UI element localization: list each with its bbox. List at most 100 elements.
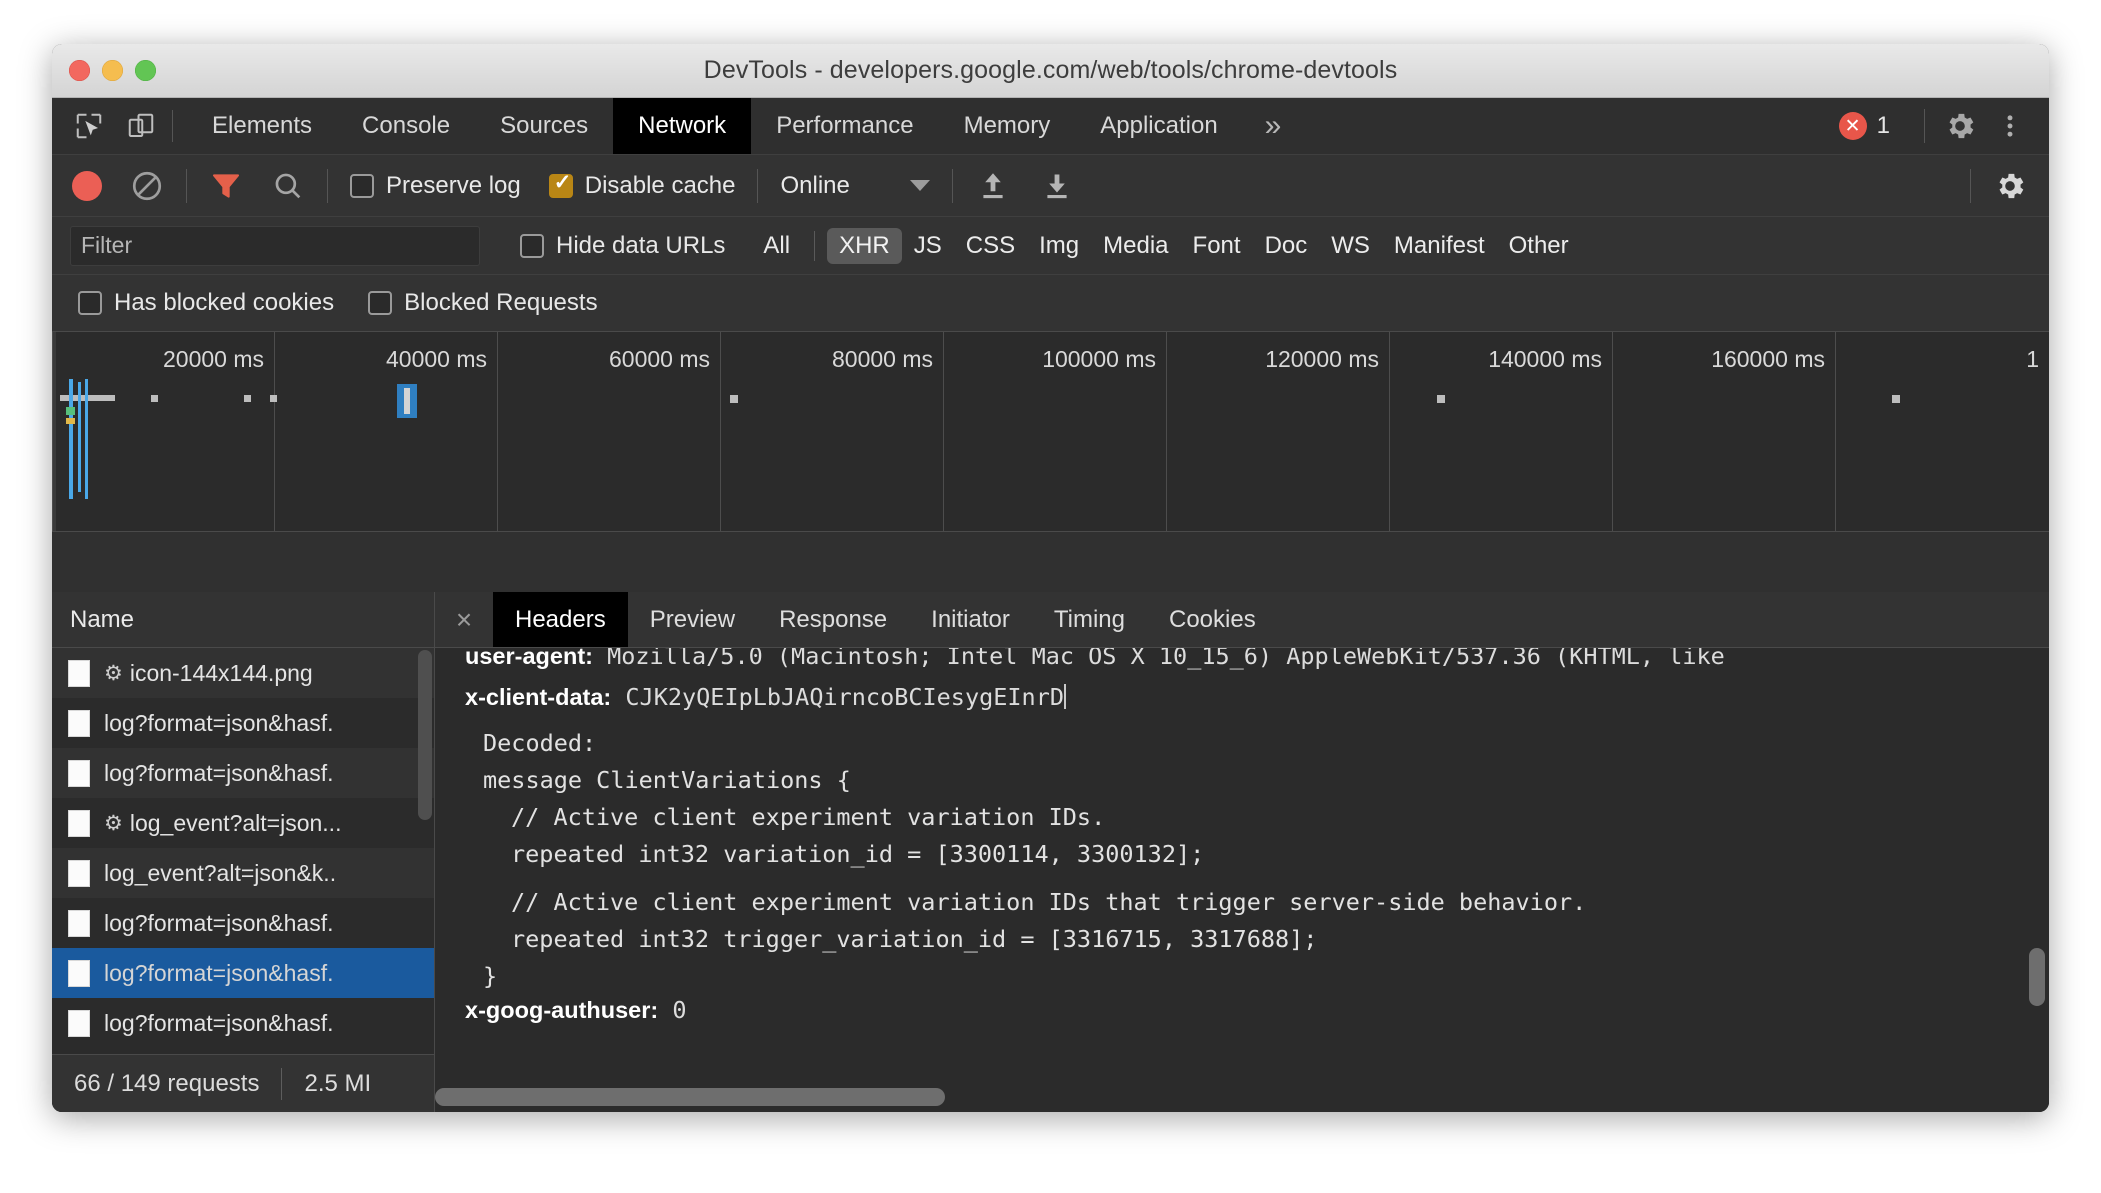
overview-request-marker <box>1437 395 1445 403</box>
filter-type-xhr[interactable]: XHR <box>827 227 902 264</box>
has-blocked-cookies-checkbox-box[interactable] <box>78 291 102 315</box>
throttling-select[interactable]: Online <box>780 172 930 200</box>
decoded-trigger-variation-ids: repeated int32 trigger_variation_id = [3… <box>511 925 1318 953</box>
tab-console[interactable]: Console <box>337 98 475 154</box>
detail-tab-bar: × Headers Preview Response Initiator Tim… <box>435 592 2049 648</box>
network-status-bar: 66 / 149 requests 2.5 MI <box>52 1054 434 1112</box>
disable-cache-checkbox-box[interactable] <box>548 171 573 198</box>
request-file-icon <box>68 959 90 987</box>
tab-response[interactable]: Response <box>757 592 909 647</box>
request-name: log?format=json&hasf. <box>104 1009 334 1036</box>
tab-elements[interactable]: Elements <box>187 98 337 154</box>
headers-horizontal-scrollbar[interactable] <box>435 1088 945 1106</box>
blocked-requests-checkbox[interactable]: Blocked Requests <box>368 289 598 317</box>
request-list-column-header[interactable]: Name <box>52 592 434 648</box>
request-file-icon <box>68 909 90 937</box>
overview-tick-cell: 160000 ms <box>1612 332 1835 531</box>
overview-request-marker <box>1892 395 1900 403</box>
network-overview-timeline[interactable]: 20000 ms 40000 ms 60000 ms 80000 ms 1000… <box>52 332 2049 532</box>
request-row-selected[interactable]: log?format=json&hasf. <box>52 948 434 998</box>
tab-cookies[interactable]: Cookies <box>1147 592 1278 647</box>
close-icon[interactable]: × <box>435 592 493 647</box>
overview-tick-label: 60000 ms <box>608 346 710 372</box>
request-row[interactable]: log?format=json&hasf. <box>52 898 434 948</box>
headers-vertical-scrollbar[interactable] <box>2029 948 2045 1006</box>
request-row[interactable]: log?format=json&hasf. <box>52 748 434 798</box>
disable-cache-checkbox[interactable]: Disable cache <box>548 171 735 200</box>
tab-network[interactable]: Network <box>613 98 752 154</box>
filter-type-font[interactable]: Font <box>1181 228 1253 264</box>
inspect-element-icon[interactable] <box>72 109 106 143</box>
tab-performance[interactable]: Performance <box>751 98 938 154</box>
resource-type-filters: All XHR JS CSS Img Media Font Doc WS Man… <box>751 227 1581 264</box>
filter-input[interactable]: Filter <box>70 225 480 266</box>
overview-request-bar <box>69 379 73 499</box>
import-har-button[interactable] <box>975 168 1011 204</box>
overview-request-bar <box>85 379 88 499</box>
filter-type-all[interactable]: All <box>751 228 802 264</box>
request-list-pane: Name ⚙ icon-144x144.png log?format=json&… <box>52 592 435 1112</box>
tab-headers[interactable]: Headers <box>493 592 628 647</box>
request-row[interactable]: ⚙ icon-144x144.png <box>52 648 434 698</box>
request-name: icon-144x144.png <box>129 659 313 686</box>
filter-type-ws[interactable]: WS <box>1319 228 1382 264</box>
clear-button[interactable] <box>130 169 164 203</box>
record-button[interactable] <box>72 170 102 201</box>
filter-type-img[interactable]: Img <box>1027 228 1091 264</box>
network-toolbar-right <box>1948 168 2049 203</box>
preserve-log-checkbox-box[interactable] <box>350 173 374 198</box>
overview-request-marker <box>244 395 251 402</box>
tab-initiator[interactable]: Initiator <box>909 592 1032 647</box>
tabbar-left-icons <box>52 98 158 154</box>
filter-type-other[interactable]: Other <box>1497 228 1581 264</box>
request-list-scrollbar[interactable] <box>418 650 432 820</box>
request-row[interactable]: log?format=json&hasf. <box>52 998 434 1048</box>
tab-timing[interactable]: Timing <box>1032 592 1147 647</box>
has-blocked-cookies-checkbox[interactable]: Has blocked cookies <box>78 289 334 317</box>
header-name: user-agent: <box>465 648 593 669</box>
search-button[interactable] <box>271 169 305 203</box>
filter-type-js[interactable]: JS <box>902 228 954 264</box>
decoded-message-open: message ClientVariations { <box>483 766 851 794</box>
tab-memory[interactable]: Memory <box>939 98 1076 154</box>
request-row[interactable]: log?format=json&hasf. <box>52 698 434 748</box>
request-row[interactable]: ⚙ log_event?alt=json... <box>52 798 434 848</box>
devtools-window: DevTools - developers.google.com/web/too… <box>52 44 2049 1112</box>
more-tabs-chevron-icon[interactable]: » <box>1243 98 1304 154</box>
tab-preview[interactable]: Preview <box>628 592 757 647</box>
export-har-button[interactable] <box>1039 168 1075 204</box>
gear-icon[interactable] <box>1943 109 1977 143</box>
tab-sources[interactable]: Sources <box>475 98 613 154</box>
headers-content[interactable]: user-agent: Mozilla/5.0 (Macintosh; Inte… <box>435 648 2049 1112</box>
kebab-menu-icon[interactable] <box>1993 109 2027 143</box>
request-name: log?format=json&hasf. <box>104 909 334 936</box>
window-title: DevTools - developers.google.com/web/too… <box>703 56 1398 84</box>
request-name: log_event?alt=json... <box>129 809 342 836</box>
filter-type-doc[interactable]: Doc <box>1253 228 1320 264</box>
decoded-comment-2: // Active client experiment variation ID… <box>511 888 1587 916</box>
overview-tick-cell: 80000 ms <box>720 332 943 531</box>
header-x-client-data: x-client-data: CJK2yQEIpLbJAQirncoBCIesy… <box>465 683 1066 711</box>
request-file-icon <box>68 859 90 887</box>
network-toolbar: Preserve log Disable cache Online <box>52 155 2049 217</box>
preserve-log-checkbox[interactable]: Preserve log <box>350 172 521 200</box>
devtools-panel: Elements Console Sources Network Perform… <box>52 98 2049 1112</box>
blocked-requests-checkbox-box[interactable] <box>368 291 393 315</box>
network-settings-gear-icon[interactable] <box>1993 169 2027 203</box>
request-file-icon <box>68 709 90 737</box>
filter-type-media[interactable]: Media <box>1091 228 1180 264</box>
preserve-log-label: Preserve log <box>386 171 521 199</box>
filter-type-manifest[interactable]: Manifest <box>1382 228 1497 264</box>
overview-tick-cell: 140000 ms <box>1389 332 1612 531</box>
request-list[interactable]: ⚙ icon-144x144.png log?format=json&hasf.… <box>52 648 434 1054</box>
error-badge[interactable]: ✕ 1 <box>1838 112 1890 140</box>
request-row[interactable]: log_event?alt=json&k.. <box>52 848 434 898</box>
filter-type-css[interactable]: CSS <box>954 228 1027 264</box>
filter-button[interactable] <box>209 169 243 203</box>
header-value: 0 <box>658 996 687 1024</box>
device-toolbar-icon[interactable] <box>124 109 158 143</box>
tab-application[interactable]: Application <box>1075 98 1242 154</box>
hide-data-urls-checkbox[interactable]: Hide data URLs <box>520 232 725 260</box>
hide-data-urls-checkbox-box[interactable] <box>520 233 544 258</box>
header-value: CJK2yQEIpLbJAQirncoBCIesygEInrD <box>611 683 1064 711</box>
